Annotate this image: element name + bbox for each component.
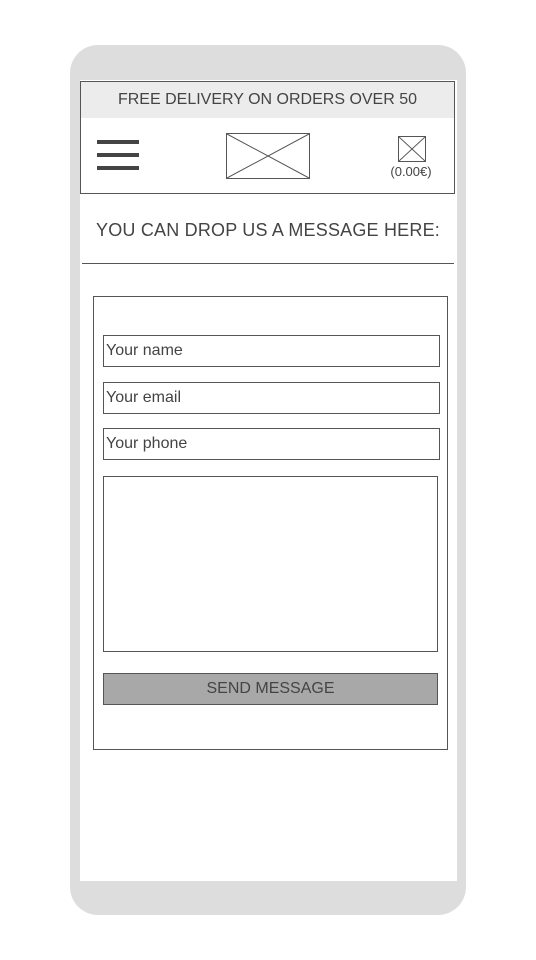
- cart-image-placeholder-icon[interactable]: [398, 136, 426, 162]
- promo-banner: FREE DELIVERY ON ORDERS OVER 50: [80, 81, 455, 119]
- message-textarea[interactable]: [103, 476, 438, 652]
- promo-text: FREE DELIVERY ON ORDERS OVER 50: [117, 91, 418, 108]
- phone-field[interactable]: [103, 428, 440, 460]
- hamburger-menu-icon[interactable]: [97, 140, 139, 172]
- site-header: (0.00€): [80, 118, 455, 194]
- logo-image-placeholder-icon: [226, 133, 310, 179]
- cart-total: (0.00€): [390, 164, 432, 179]
- page-title: YOU CAN DROP US A MESSAGE HERE:: [82, 220, 454, 264]
- email-field[interactable]: [103, 382, 440, 414]
- send-message-button[interactable]: SEND MESSAGE: [103, 673, 438, 705]
- name-field[interactable]: [103, 335, 440, 367]
